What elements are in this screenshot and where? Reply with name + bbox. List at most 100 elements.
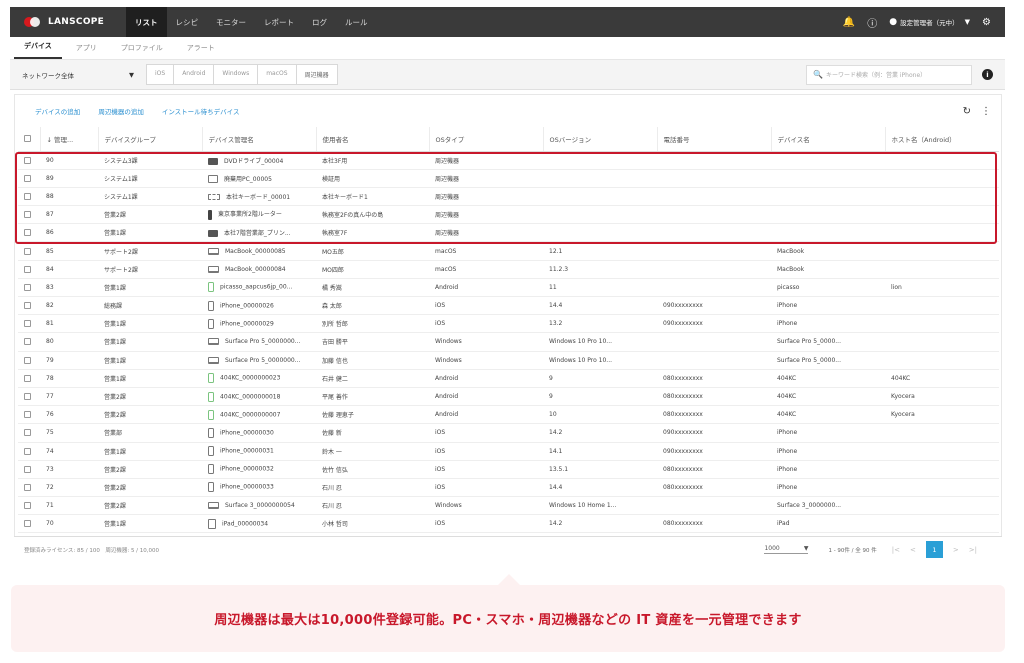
cell-ver: 12.1 <box>543 241 657 261</box>
table-row[interactable]: 88 システム1課 本社キーボード_00001 本社キーボード1 周辺機器 <box>18 187 999 207</box>
row-checkbox[interactable] <box>24 429 31 437</box>
cell-phone <box>657 351 771 370</box>
row-checkbox[interactable] <box>24 393 31 401</box>
table-row[interactable]: 70 営業1課 iPad_00000034 小林 哲司 iOS 14.2 080xxxxxx… <box>18 514 999 534</box>
row-checkbox[interactable] <box>24 283 31 291</box>
row-checkbox[interactable] <box>24 520 31 528</box>
cell-text: 本社7階営業部_プリン... <box>224 230 291 238</box>
column-header[interactable]: 使用者名 <box>316 127 430 152</box>
row-checkbox[interactable] <box>24 502 31 510</box>
os-tab[interactable]: 周辺機器 <box>297 65 337 84</box>
table-row[interactable]: 82 総務課 iPhone_00000026 森 太郎 iOS 14.4 090xxxxxx… <box>18 296 999 316</box>
column-header[interactable]: デバイス名 <box>771 127 886 152</box>
table-row[interactable]: 79 営業1課 Surface Pro 5_0000000... 加藤 信也 Windo… <box>18 351 999 370</box>
row-checkbox[interactable] <box>24 447 31 455</box>
row-checkbox[interactable] <box>24 265 31 273</box>
cell-id: 89 <box>40 169 98 188</box>
row-checkbox[interactable] <box>24 465 31 473</box>
table-row[interactable]: 80 営業1課 Surface Pro 5_0000000... 吉田 勝平 Windo… <box>18 332 999 352</box>
column-header[interactable]: ホスト名（Android） <box>885 127 999 152</box>
row-checkbox[interactable] <box>24 374 31 382</box>
search-input[interactable]: 🔍 キーワード検索（例：営業 iPhone） <box>806 64 972 85</box>
row-checkbox[interactable] <box>24 356 31 364</box>
row-checkbox[interactable] <box>24 211 31 219</box>
sub-tab[interactable]: アプリ <box>66 43 107 59</box>
os-tab[interactable]: macOS <box>258 65 297 84</box>
table-row[interactable]: 71 営業2課 Surface 3_0000000054 石川 忍 Windows Win… <box>18 496 999 516</box>
gear-icon[interactable]: ⚙ <box>982 17 991 28</box>
next-page-icon[interactable]: > <box>953 546 959 554</box>
more-vert-icon[interactable]: ⋮ <box>981 106 991 117</box>
table-row[interactable]: 85 サポート2課 MacBook_00000085 MO五郎 macOS 12.1 Mac… <box>18 241 999 261</box>
caret-down-icon: ▼ <box>803 545 809 552</box>
column-header[interactable]: OSタイプ <box>429 127 544 152</box>
table-row[interactable]: 76 営業2課 404KC_0000000007 佐藤 理恵子 Android 10 080… <box>18 405 999 425</box>
nav-item[interactable]: ルール <box>336 7 377 37</box>
help-icon[interactable]: ⓘ <box>867 15 877 30</box>
nav-item[interactable]: リスト <box>126 7 167 37</box>
current-page-button[interactable]: 1 <box>925 541 943 558</box>
table-row[interactable]: 78 営業1課 404KC_0000000023 石井 健二 Android 9 080xx… <box>18 369 999 388</box>
cell-text: 10 <box>549 411 557 419</box>
user-menu[interactable]: ● 設定管理者（元中） ▼ <box>889 17 970 27</box>
sub-tab[interactable]: デバイス <box>14 41 62 59</box>
table-row[interactable]: 86 営業1課 本社7階営業部_プリン... 執務室7F 周辺機器 <box>18 223 999 243</box>
pending-install-link[interactable]: インストール待ちデバイス <box>162 106 240 116</box>
cell-name: iPhone_00000032 <box>202 460 316 479</box>
row-checkbox[interactable] <box>24 247 31 255</box>
main-nav: リスト レシピ モニター レポート ログ ルール <box>126 7 377 37</box>
row-checkbox[interactable] <box>24 174 31 182</box>
row-checkbox[interactable] <box>24 192 31 200</box>
table-row[interactable]: 84 サポート2課 MacBook_00000084 MO四郎 macOS 11.2.3 M… <box>18 260 999 279</box>
nav-item[interactable]: レシピ <box>167 7 208 37</box>
table-row[interactable]: 81 営業1課 iPhone_00000029 別所 哲郎 iOS 13.2 090xxxx… <box>18 314 999 334</box>
os-tab[interactable]: iOS <box>147 65 175 84</box>
prev-page-icon[interactable]: < <box>910 546 916 554</box>
add-peripheral-link[interactable]: 周辺機器の追加 <box>98 106 144 116</box>
column-header[interactable]: ↓ 管理... <box>40 127 99 152</box>
column-header[interactable]: 電話番号 <box>657 127 772 152</box>
column-header[interactable]: OSバージョン <box>543 127 658 152</box>
os-tab[interactable]: Android <box>174 65 215 84</box>
select-all-checkbox[interactable] <box>24 135 31 143</box>
info-icon[interactable]: i <box>982 69 993 80</box>
lanscope-logo[interactable]: LANSCOPE <box>24 16 116 28</box>
first-page-icon[interactable]: |< <box>892 546 900 554</box>
table-row[interactable]: 75 営業部 iPhone_00000030 佐藤 新 iOS 14.2 090xxxxxx… <box>18 423 999 443</box>
table-row[interactable]: 89 システム1課 廃棄用PC_00005 検証用 周辺機器 <box>18 169 999 188</box>
column-header[interactable]: デバイス管理名 <box>202 127 317 152</box>
per-page-select[interactable]: 1000 ▼ <box>764 545 809 554</box>
cell-name: iPhone_00000033 <box>202 478 316 498</box>
row-checkbox[interactable] <box>24 483 31 491</box>
row-checkbox[interactable] <box>24 302 31 310</box>
table-row[interactable]: 72 営業2課 iPhone_00000033 石川 忍 iOS 14.4 080xxxxx… <box>18 478 999 498</box>
row-checkbox[interactable] <box>24 338 31 346</box>
cell-device <box>771 187 885 207</box>
add-device-link[interactable]: デバイスの追加 <box>35 106 80 116</box>
table-row[interactable]: 74 営業1課 iPhone_00000031 鈴木 一 iOS 14.1 090xxxxx… <box>18 442 999 461</box>
feature-callout: 周辺機器は最大は10,000件登録可能。PC・スマホ・周辺機器などの IT 資産… <box>11 585 1005 652</box>
table-row[interactable]: 83 営業1課 picasso_aapcus6jp_00... 橘 秀嵩 Android… <box>18 278 999 298</box>
nav-item[interactable]: レポート <box>255 7 303 37</box>
row-checkbox[interactable] <box>24 320 31 328</box>
refresh-icon[interactable]: ↻ <box>963 106 971 117</box>
sub-tab[interactable]: プロファイル <box>111 43 173 59</box>
table-row[interactable]: 77 営業2課 404KC_0000000018 平尾 善作 Android 9 080xx… <box>18 387 999 407</box>
nav-item[interactable]: モニター <box>207 7 255 37</box>
os-tab[interactable]: Windows <box>214 65 259 84</box>
row-checkbox[interactable] <box>24 411 31 419</box>
column-header[interactable]: デバイスグループ <box>98 127 203 152</box>
row-checkbox[interactable] <box>24 156 31 164</box>
cell-user: 執務室2Fの真ん中の島 <box>316 205 429 225</box>
bell-icon[interactable]: 🔔 <box>843 17 855 28</box>
cell-text: 橘 秀嵩 <box>322 284 342 292</box>
table-row[interactable]: 90 システム3課 DVDドライブ_00004 本社3F用 周辺機器 <box>18 151 999 170</box>
sub-tab[interactable]: アラート <box>177 43 225 59</box>
table-row[interactable]: 73 営業2課 iPhone_00000032 佐竹 信弘 iOS 13.5.1 080xx… <box>18 460 999 479</box>
scope-select[interactable]: ネットワーク全体 ▼ <box>22 70 134 80</box>
last-page-icon[interactable]: >| <box>969 546 977 554</box>
nav-item[interactable]: ログ <box>303 7 336 37</box>
table-row[interactable]: 87 営業2課 東京事業所2階ルーター 執務室2Fの真ん中の島 周辺機器 <box>18 205 999 225</box>
cell-ver <box>543 223 657 243</box>
row-checkbox[interactable] <box>24 229 31 237</box>
